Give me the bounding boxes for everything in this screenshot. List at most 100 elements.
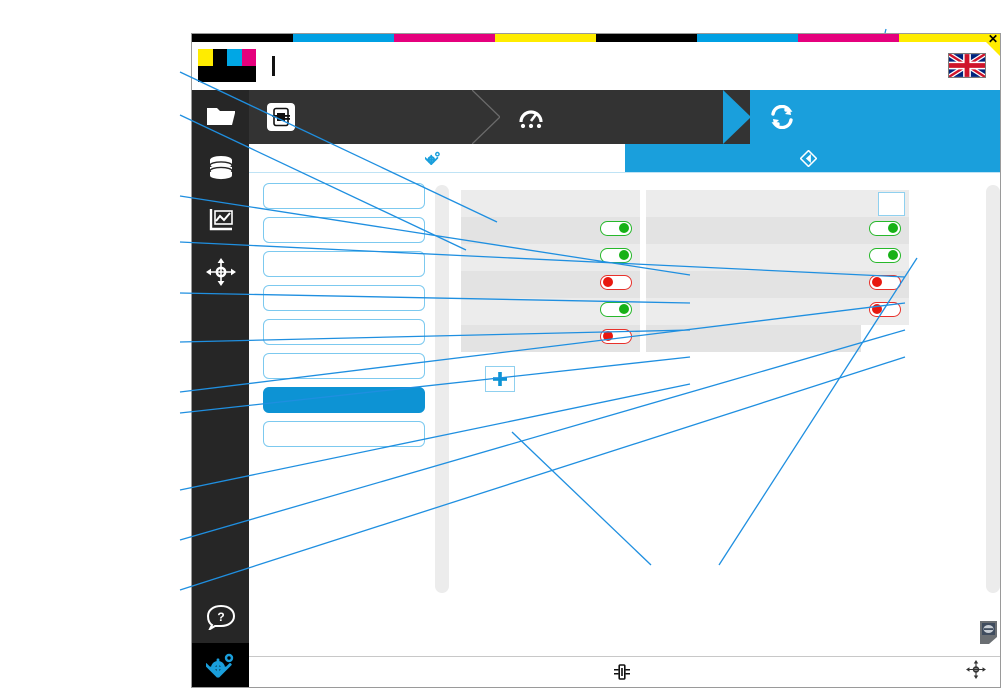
- logo-letters: [198, 49, 256, 66]
- sidebar-item-folder[interactable]: [192, 90, 249, 142]
- window-resize-grip[interactable]: [978, 619, 998, 645]
- folder-icon: [206, 108, 235, 125]
- tab-system[interactable]: [249, 144, 625, 172]
- close-x-icon: ✕: [987, 33, 998, 46]
- title-separator: [272, 56, 275, 76]
- toggle-knob: [603, 277, 613, 288]
- cmyk-segment-4: [596, 34, 697, 42]
- toggle-lab-graphs[interactable]: [869, 274, 901, 290]
- template-panel-scrollbar[interactable]: [986, 173, 1000, 656]
- element-label-right: [646, 271, 861, 298]
- format-button-sakurai[interactable]: [263, 285, 425, 311]
- table-row: [461, 298, 909, 325]
- inkzone-logo: [198, 49, 256, 83]
- toggle-summary[interactable]: [600, 247, 632, 263]
- toggle-signature[interactable]: [600, 274, 632, 290]
- window-body: ?: [192, 90, 1000, 687]
- measuring-conditions-icon: [517, 103, 545, 131]
- sidebar-item-help[interactable]: ?: [192, 591, 249, 643]
- toggle-knob: [619, 250, 629, 261]
- title-bar: [192, 42, 1000, 90]
- scrollbar-track[interactable]: [986, 185, 1000, 593]
- toggle-cell-left: [592, 325, 640, 352]
- template-elements-table: [461, 190, 909, 352]
- element-label-right: [646, 325, 861, 352]
- format-button-alwan[interactable]: [263, 251, 425, 277]
- toggle-g7-graphs[interactable]: [869, 301, 901, 317]
- cmyk-color-strip: [192, 34, 1000, 42]
- toggle-job-details[interactable]: [600, 220, 632, 236]
- add-template-button[interactable]: [485, 366, 515, 392]
- window-close-button[interactable]: ✕: [978, 34, 1000, 56]
- logo-letter-n: [212, 49, 227, 66]
- element-label-right: [646, 244, 861, 271]
- connected-modules-icon: [768, 103, 796, 131]
- module-nav: [249, 90, 1000, 144]
- nav-connected-modules[interactable]: [749, 90, 1000, 144]
- template-name-row: [461, 190, 909, 217]
- tab-data-export[interactable]: [624, 144, 1000, 172]
- toggle-cell-left: [592, 244, 640, 271]
- application-window: ✕ ?: [191, 33, 1001, 688]
- toggle-cell-right: [861, 325, 909, 352]
- cmyk-segment-0: [192, 34, 293, 42]
- toggle-ctp-status[interactable]: [600, 328, 632, 344]
- element-label-right: [646, 298, 861, 325]
- delete-template-button[interactable]: [878, 192, 905, 216]
- format-list-scrollbar[interactable]: [435, 173, 449, 656]
- registration-target-icon[interactable]: [966, 660, 986, 684]
- element-label-left: [461, 298, 592, 325]
- toggle-knob: [619, 223, 629, 234]
- format-button-email-schedule[interactable]: [263, 421, 425, 447]
- element-label-right: [646, 217, 861, 244]
- help-icon: ?: [206, 604, 235, 630]
- printing-conditions-icon: [267, 103, 295, 131]
- content-column: [249, 90, 1000, 687]
- icon-sidebar: ?: [192, 90, 249, 687]
- settings-gear-icon: [205, 653, 233, 678]
- scrollbar-track[interactable]: [435, 185, 449, 593]
- cmyk-segment-3: [495, 34, 596, 42]
- sidebar-item-registration[interactable]: [192, 246, 249, 298]
- format-button-pdf[interactable]: [263, 387, 425, 413]
- format-button-ctp-curve[interactable]: [263, 353, 425, 379]
- element-label-left: [461, 325, 592, 352]
- element-label-left: [461, 271, 592, 298]
- logo-letter-k: [241, 49, 256, 66]
- logo-word: [198, 66, 256, 82]
- toggle-dot-gain-graphs[interactable]: [600, 301, 632, 317]
- work-area: [249, 173, 1000, 656]
- toggle-dot-gain[interactable]: [869, 247, 901, 263]
- connection-status: [249, 664, 1000, 680]
- template-panel: [449, 173, 986, 656]
- gear-icon: [424, 151, 440, 165]
- table-row: [461, 217, 909, 244]
- toggle-knob: [619, 304, 629, 315]
- cmyk-segment-5: [697, 34, 798, 42]
- name-label: [461, 190, 589, 217]
- uk-flag-icon[interactable]: [947, 52, 987, 79]
- nav-measuring-conditions[interactable]: [499, 90, 751, 144]
- toggle-cell-left: [592, 271, 640, 298]
- registration-target-icon: [205, 258, 236, 286]
- name-value[interactable]: [589, 190, 640, 217]
- sidebar-item-settings[interactable]: [192, 643, 249, 687]
- element-label-left: [461, 244, 592, 271]
- logo-letter-k-c: [227, 49, 242, 66]
- format-button-xml[interactable]: [263, 183, 425, 209]
- svg-text:?: ?: [217, 610, 224, 624]
- toggle-instrument-and-scoring-setup[interactable]: [869, 220, 901, 236]
- element-label-left: [461, 217, 592, 244]
- sidebar-item-chart[interactable]: [192, 194, 249, 246]
- nav-printing-conditions[interactable]: [249, 90, 501, 144]
- status-bar: [249, 656, 1000, 687]
- delete-cell: [646, 190, 909, 217]
- format-button-svf[interactable]: [263, 217, 425, 243]
- format-button-qcviewer[interactable]: [263, 319, 425, 345]
- logo-letter-i: [198, 49, 213, 66]
- toggle-cell-right: [861, 217, 909, 244]
- sub-tab-bar: [249, 144, 1000, 173]
- chevron-active-shape: [722, 90, 751, 144]
- toggle-cell-right: [861, 298, 909, 325]
- sidebar-item-database[interactable]: [192, 142, 249, 194]
